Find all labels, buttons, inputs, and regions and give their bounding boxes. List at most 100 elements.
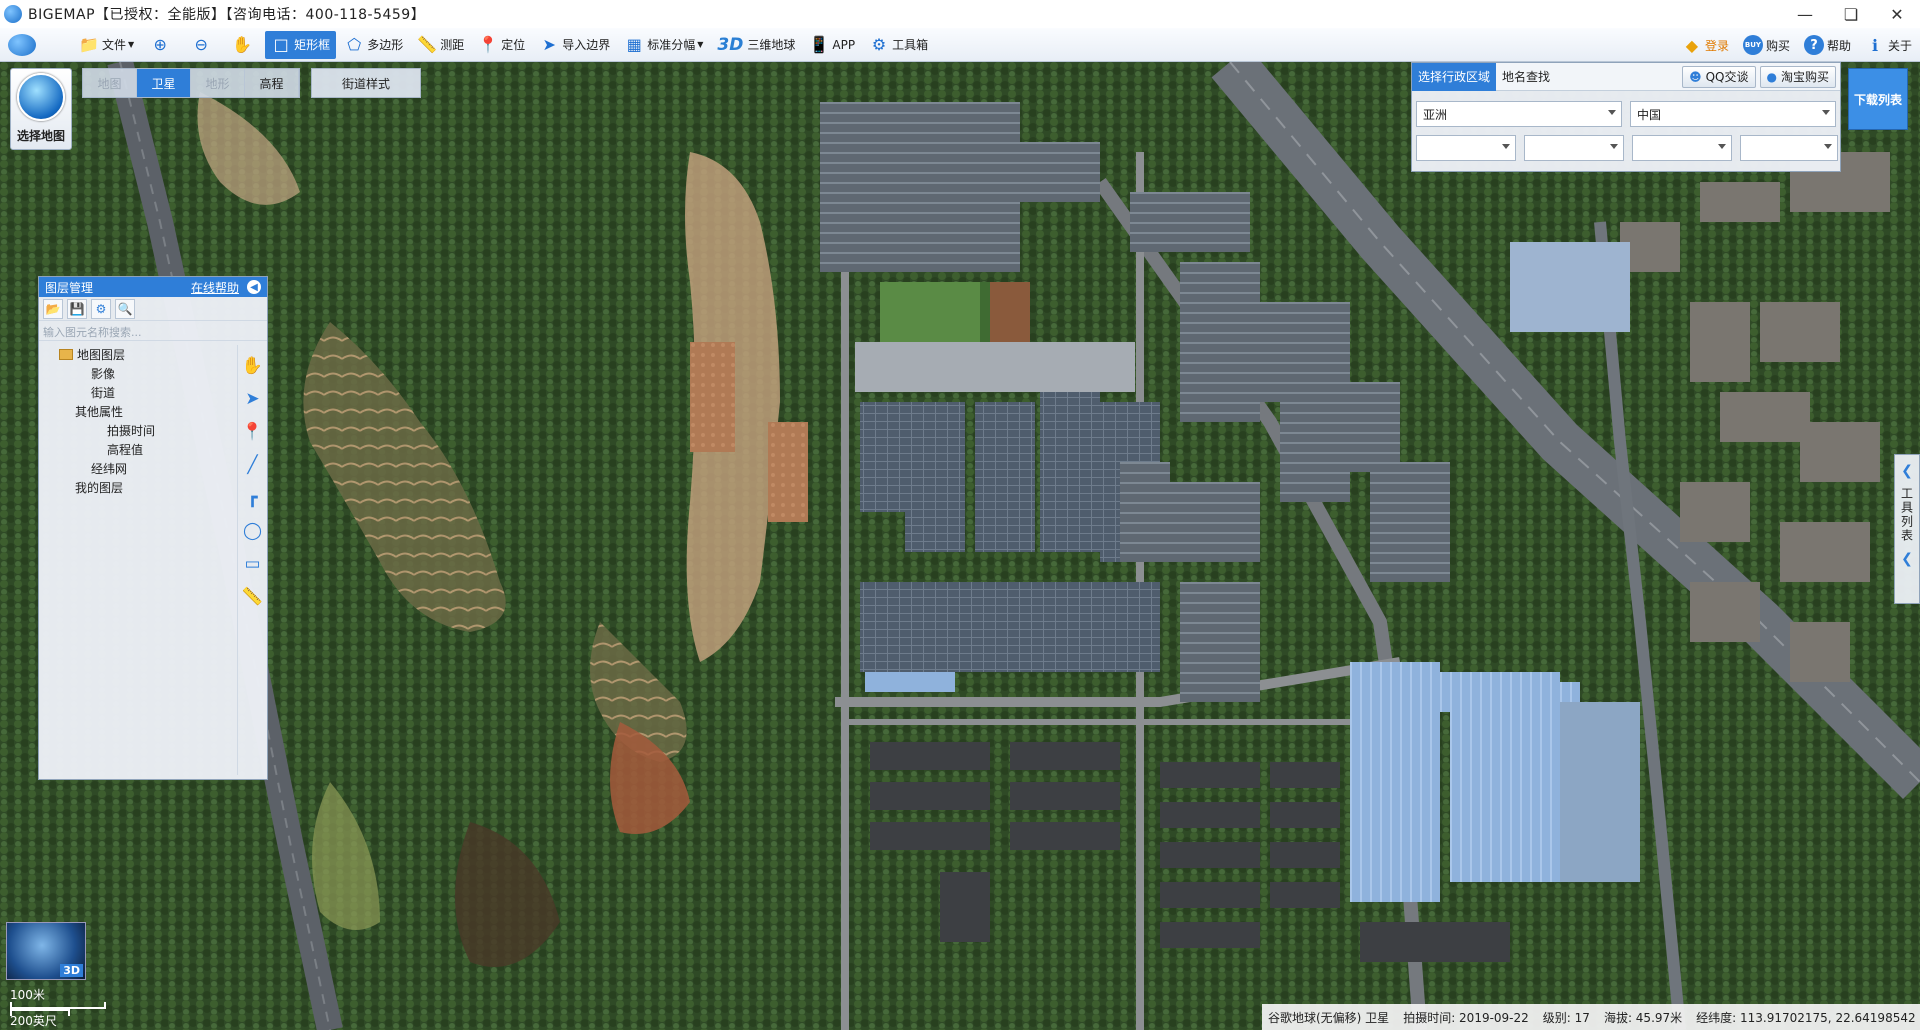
globe-icon (17, 73, 65, 121)
rectangle-select-icon: □ (273, 35, 289, 54)
scale-metric: 100米 (10, 986, 106, 1002)
arrow-pointer-icon[interactable]: ➤ (241, 387, 265, 411)
layer-panel-header: 图层管理 在线帮助 ◀ (39, 277, 267, 297)
ruler-icon[interactable]: 📏 (241, 585, 265, 609)
chevron-left-icon[interactable]: ❮ (1901, 551, 1913, 567)
layer-tree-item[interactable]: 街道 (39, 383, 235, 402)
continent-select[interactable]: 亚洲 (1416, 101, 1622, 127)
chevron-down-icon (1608, 110, 1616, 115)
tab-terrain[interactable]: 地形 (191, 69, 245, 97)
standard-sheet-label: 标准分幅 (647, 38, 696, 52)
about-label: 关于 (1887, 38, 1912, 53)
3d-badge: 3D (60, 964, 83, 977)
layer-tree-item[interactable]: 经纬网 (39, 459, 235, 478)
city-select[interactable] (1524, 135, 1624, 161)
collapse-panel-icon[interactable]: ◀ (247, 280, 261, 294)
open-folder-icon[interactable]: 📂 (43, 298, 63, 319)
settings-icon[interactable]: ⚙ (91, 298, 111, 319)
restore-button[interactable]: ❏ (1828, 0, 1874, 28)
download-list-button[interactable]: 下载列表 (1848, 68, 1908, 130)
map-type-tabs: 地图 卫星 地形 高程 (82, 68, 300, 98)
tab-select-region[interactable]: 选择行政区域 (1412, 62, 1497, 91)
circle-icon[interactable]: ◯ (241, 519, 265, 543)
grid-icon: ▦ (626, 35, 642, 54)
app-button[interactable]: 📱 APP (803, 31, 861, 59)
polygon-button[interactable]: ⬠ 多边形 (338, 31, 409, 59)
toolbar-right: ◆ 登录 BUY 购买 ? 帮助 ℹ 关于 (1676, 28, 1920, 62)
layer-tree-label: 高程值 (107, 443, 144, 457)
measure-distance-label: 测距 (440, 38, 465, 52)
standard-sheet-button[interactable]: ▦ 标准分幅 ▼ (618, 31, 709, 59)
measure-distance-button[interactable]: 📏 测距 (411, 31, 470, 59)
toolbox-button[interactable]: ⚙ 工具箱 (863, 31, 934, 59)
rectangle-select-button[interactable]: □ 矩形框 (265, 30, 337, 59)
line-icon[interactable]: ╱ (241, 453, 265, 477)
tab-satellite[interactable]: 卫星 (137, 69, 191, 97)
layer-tree: 地图图层 影像街道其他属性拍摄时间高程值经纬网 我的图层 (39, 345, 235, 497)
overview-globe[interactable]: 3D (6, 922, 86, 980)
folder-icon (59, 349, 73, 360)
chevron-down-icon: ▼ (697, 40, 704, 49)
layer-tree-label: 其他属性 (75, 405, 124, 419)
country-value: 中国 (1637, 107, 1662, 122)
search-icon[interactable]: 🔍 (115, 298, 135, 319)
tab-map[interactable]: 地图 (83, 69, 137, 97)
about-button[interactable]: ℹ 关于 (1859, 31, 1918, 59)
save-icon[interactable]: 💾 (67, 298, 87, 319)
phone-icon: 📱 (809, 35, 830, 54)
district-select[interactable] (1632, 135, 1732, 161)
layer-tree-item[interactable]: 其他属性 (39, 402, 235, 421)
taobao-buy-button[interactable]: ● 淘宝购买 (1759, 65, 1836, 88)
pan-button[interactable]: ✋ (224, 31, 263, 59)
file-menu-button[interactable]: 📁 文件 ▼ (73, 31, 140, 59)
map-view[interactable]: 选择地图 地图 卫星 地形 高程 街道样式 图层管理 在线帮助 ◀ 📂 💾 ⚙ … (0, 62, 1920, 1030)
select-map-button[interactable]: 选择地图 (10, 68, 72, 150)
import-boundary-button[interactable]: ➤ 导入边界 (533, 31, 616, 59)
zoom-out-button[interactable]: ⊖ (183, 31, 222, 59)
import-boundary-label: 导入边界 (562, 38, 611, 52)
hand-icon[interactable]: ✋ (241, 354, 265, 378)
coordinates: 经纬度: 113.91702175, 22.64198542 (1696, 1010, 1916, 1025)
layer-tree-item[interactable]: 影像 (39, 364, 235, 383)
rectangle-icon[interactable]: ▭ (241, 552, 265, 576)
chevron-down-icon (1822, 110, 1830, 115)
taobao-buy-label: 淘宝购买 (1780, 70, 1829, 84)
app-menu-button[interactable] (0, 31, 47, 59)
qq-chat-button[interactable]: ☻ QQ交谈 (1682, 65, 1756, 88)
buy-button[interactable]: BUY 购买 (1737, 31, 1796, 59)
layer-tree-label: 街道 (91, 386, 116, 400)
zoom-in-button[interactable]: ⊕ (142, 31, 181, 59)
online-help-link[interactable]: 在线帮助 (191, 279, 239, 296)
province-select[interactable] (1416, 135, 1516, 161)
polygon-label: 多边形 (367, 38, 404, 52)
layer-tree-item[interactable]: 我的图层 (39, 478, 235, 497)
street-style-button[interactable]: 街道样式 (311, 68, 421, 98)
polyline-icon[interactable]: ┏ (241, 486, 265, 510)
login-button[interactable]: ◆ 登录 (1676, 31, 1735, 59)
country-select[interactable]: 中国 (1630, 101, 1836, 127)
capture-date: 拍摄时间: 2019-09-22 (1403, 1010, 1529, 1025)
window-controls: — ❏ ✕ (1782, 0, 1920, 28)
chevron-down-icon (1824, 144, 1832, 149)
layer-tree-item[interactable]: 地图图层 (39, 345, 235, 364)
help-icon: ? (1803, 35, 1824, 55)
tool-list-panel[interactable]: ❮ 工具列表 ❮ (1894, 454, 1920, 604)
scale-imperial: 200英尺 (10, 1012, 106, 1028)
help-button[interactable]: ? 帮助 (1798, 31, 1857, 59)
app-logo-icon (4, 5, 22, 23)
3d-globe-button[interactable]: 3D 三维地球 (711, 31, 801, 59)
marker-icon[interactable]: 📍 (241, 420, 265, 444)
region-tabs: 选择行政区域 地名查找 ☻ QQ交谈 ● 淘宝购买 (1412, 62, 1840, 91)
minimize-button[interactable]: — (1782, 0, 1828, 28)
layer-search-input[interactable]: 输入图元名称搜索... (39, 321, 267, 341)
tab-place-search[interactable]: 地名查找 (1496, 63, 1556, 91)
chevron-left-icon[interactable]: ❮ (1901, 463, 1913, 479)
town-select[interactable] (1740, 135, 1838, 161)
close-button[interactable]: ✕ (1874, 0, 1920, 28)
locate-button[interactable]: 📍 定位 (472, 31, 531, 59)
scale-imperial-label: 200英尺 (10, 1013, 57, 1028)
layer-tree-item[interactable]: 拍摄时间 (39, 421, 235, 440)
main-toolbar: 📁 文件 ▼ ⊕ ⊖ ✋ □ 矩形框 ⬠ 多边形 📏 测距 📍 定位 ➤ 导入边界 ▦ 标准分幅… (0, 28, 1920, 62)
tab-elevation[interactable]: 高程 (245, 69, 299, 97)
layer-tree-item[interactable]: 高程值 (39, 440, 235, 459)
